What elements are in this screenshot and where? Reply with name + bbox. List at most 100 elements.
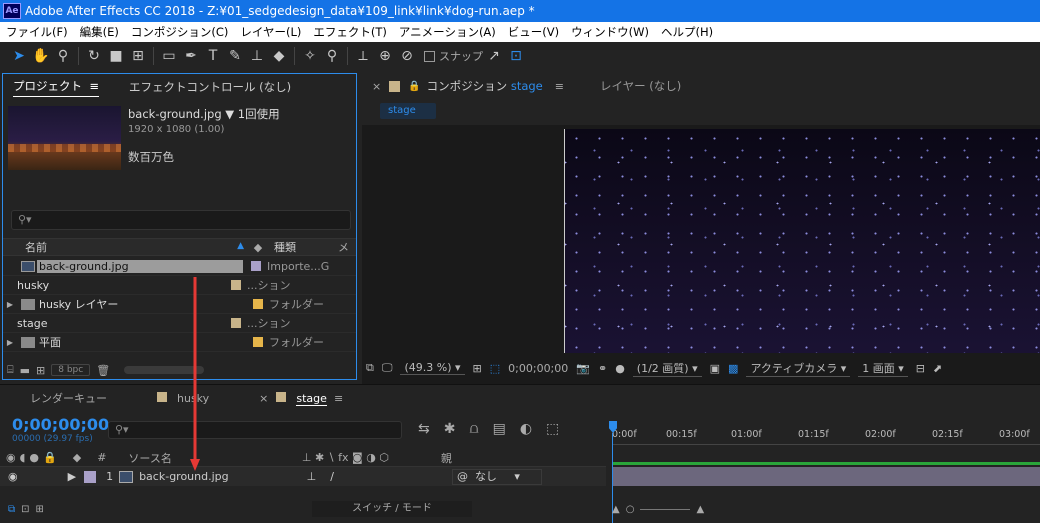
snap-checkbox[interactable] bbox=[424, 50, 435, 62]
snap-option-icon[interactable]: ↗ bbox=[483, 45, 505, 67]
usage-dropdown-icon[interactable]: ▼ bbox=[225, 107, 234, 121]
panel-menu-icon[interactable]: ≡ bbox=[334, 392, 343, 405]
toggle-pixel-aspect-icon[interactable]: ⊟ bbox=[916, 362, 925, 375]
label-swatch[interactable] bbox=[253, 299, 263, 309]
safe-area-icon[interactable]: ⊞ bbox=[473, 362, 482, 375]
time-ruler[interactable]: 0:00f 00:15f 01:00f 01:15f 02:00f 02:15f… bbox=[612, 427, 1040, 445]
bit-depth-button[interactable]: 8 bpc bbox=[51, 364, 91, 376]
menu-view[interactable]: ビュー(V) bbox=[502, 24, 565, 40]
view-axis-icon[interactable]: ⊘ bbox=[396, 45, 418, 67]
tab-composition[interactable]: コンポジション stage bbox=[427, 78, 543, 94]
layer-label-swatch[interactable] bbox=[84, 470, 97, 483]
mask-visibility-icon[interactable]: ⬚ bbox=[490, 362, 500, 375]
solo-icon[interactable]: ● bbox=[29, 451, 39, 464]
column-name[interactable]: 名前 bbox=[25, 241, 47, 254]
clone-stamp-tool-icon[interactable]: ⊥ bbox=[246, 45, 268, 67]
hand-tool-icon[interactable]: ✋ bbox=[30, 45, 52, 67]
video-eye-icon[interactable]: ◉ bbox=[6, 451, 16, 464]
menu-animation[interactable]: アニメーション(A) bbox=[393, 24, 502, 40]
zoom-slider-track[interactable] bbox=[640, 508, 691, 510]
transparency-grid-icon[interactable]: ▩ bbox=[728, 362, 738, 375]
label-swatch[interactable] bbox=[253, 337, 263, 347]
rotate-tool-icon[interactable]: ↻ bbox=[83, 45, 105, 67]
work-area-bar[interactable] bbox=[612, 462, 1040, 465]
selection-tool-icon[interactable]: ➤ bbox=[8, 45, 30, 67]
show-snapshot-icon[interactable]: ⚭ bbox=[598, 362, 607, 375]
zoom-tool-icon[interactable]: ⚲ bbox=[52, 45, 74, 67]
interpret-footage-icon[interactable]: ⌸ bbox=[7, 363, 14, 377]
menu-file[interactable]: ファイル(F) bbox=[0, 24, 74, 40]
parent-dropdown[interactable]: @ なし ▾ bbox=[451, 468, 542, 485]
rectangle-tool-icon[interactable]: ▭ bbox=[158, 45, 180, 67]
layer-duration-bar[interactable] bbox=[612, 467, 1040, 486]
sort-ascending-icon[interactable]: ▲ bbox=[237, 241, 244, 251]
trash-icon[interactable]: 🗑 bbox=[96, 364, 110, 377]
local-axis-icon[interactable]: ⟂ bbox=[352, 45, 374, 67]
label-swatch[interactable] bbox=[251, 261, 261, 271]
world-axis-icon[interactable]: ⊕ bbox=[374, 45, 396, 67]
toggle-switches-modes-button[interactable]: スイッチ / モード bbox=[312, 501, 472, 517]
close-tab-icon[interactable]: × bbox=[372, 80, 381, 93]
snap-grid-icon[interactable]: ⊡ bbox=[505, 45, 527, 67]
tab-effect-controls[interactable]: エフェクトコントロール (なし) bbox=[129, 79, 291, 95]
layer-visibility-icon[interactable]: ◉ bbox=[8, 470, 18, 483]
column-type[interactable]: 種類 bbox=[268, 239, 338, 255]
expand-triangle-icon[interactable]: ▶ bbox=[3, 300, 17, 309]
menu-help[interactable]: ヘルプ(H) bbox=[655, 24, 719, 40]
brush-tool-icon[interactable]: ✎ bbox=[224, 45, 246, 67]
new-folder-icon[interactable]: ▬ bbox=[20, 364, 30, 377]
layer-switches-toggle-icon[interactable]: ⧉ bbox=[8, 504, 15, 515]
menu-edit[interactable]: 編集(E) bbox=[74, 24, 125, 40]
lock-icon[interactable]: 🔒 bbox=[43, 451, 57, 464]
puppet-pin-tool-icon[interactable]: ⚲ bbox=[321, 45, 343, 67]
quality-switch-icon[interactable]: ∕ bbox=[330, 470, 334, 483]
panel-menu-icon[interactable]: ≡ bbox=[89, 79, 99, 93]
motion-blur-icon[interactable]: ◐ bbox=[520, 421, 532, 437]
snapshot-icon[interactable]: 📷 bbox=[576, 362, 590, 375]
monitor-icon[interactable]: 🖵 bbox=[382, 361, 393, 375]
menu-effect[interactable]: エフェクト(T) bbox=[307, 24, 393, 40]
shy-layers-icon[interactable]: ⩍ bbox=[469, 421, 478, 437]
always-preview-icon[interactable]: ⧉ bbox=[366, 361, 374, 375]
column-extra[interactable]: メ bbox=[338, 239, 356, 255]
panel-menu-icon[interactable]: ≡ bbox=[555, 80, 564, 93]
switches-icons[interactable]: ⊥ ✱ ∖ fx ◙ ◑ ⬡ bbox=[302, 451, 389, 464]
tab-stage[interactable]: × stage ≡ bbox=[259, 391, 343, 406]
timeline-search-input[interactable]: ⚲▾ bbox=[108, 421, 402, 439]
roto-brush-tool-icon[interactable]: ✧ bbox=[299, 45, 321, 67]
zoom-slider-handle[interactable]: ○ bbox=[626, 504, 635, 515]
project-item[interactable]: ▶ 平面 フォルダー bbox=[3, 333, 356, 352]
project-search-input[interactable]: ⚲▾ bbox=[11, 210, 351, 230]
layer-row[interactable]: ◉ ▶ 1 back-ground.jpg ⊥ ∕ @ なし ▾ bbox=[0, 467, 606, 486]
label-column-icon[interactable]: ◆ bbox=[73, 451, 81, 464]
camera-view-dropdown[interactable]: アクティブカメラ ▾ bbox=[746, 360, 851, 377]
menu-window[interactable]: ウィンドウ(W) bbox=[565, 24, 655, 40]
modes-toggle-icon[interactable]: ⊡ bbox=[21, 504, 29, 515]
menu-layer[interactable]: レイヤー(L) bbox=[234, 24, 307, 40]
graph-editor-icon[interactable]: ⬚ bbox=[546, 421, 559, 437]
pan-behind-tool-icon[interactable]: ⊞ bbox=[127, 45, 149, 67]
new-composition-icon[interactable]: ⊞ bbox=[36, 364, 45, 377]
tab-render-queue[interactable]: レンダーキュー bbox=[30, 390, 107, 406]
project-item[interactable]: ▶ husky レイヤー フォルダー bbox=[3, 295, 356, 314]
camera-tool-icon[interactable]: ■ bbox=[105, 45, 127, 67]
draft-3d-icon[interactable]: ✱ bbox=[444, 421, 456, 437]
tab-layer[interactable]: レイヤー (なし) bbox=[600, 78, 681, 94]
snap-toggle[interactable]: スナップ bbox=[424, 48, 483, 64]
expand-triangle-icon[interactable]: ▶ bbox=[68, 470, 76, 483]
project-item[interactable]: back-ground.jpg Importe...G bbox=[3, 257, 356, 276]
tab-husky[interactable]: husky bbox=[157, 391, 209, 405]
timeline-current-time[interactable]: 0;00;00;00 bbox=[12, 415, 109, 434]
label-column-icon[interactable]: ◆ bbox=[248, 241, 268, 254]
pick-whip-icon[interactable]: @ bbox=[457, 470, 468, 483]
lock-icon[interactable]: 🔒 bbox=[408, 81, 420, 92]
frame-blending-icon[interactable]: ▤ bbox=[493, 421, 506, 437]
tab-project[interactable]: プロジェクト ≡ bbox=[13, 78, 99, 97]
type-tool-icon[interactable]: T bbox=[202, 45, 224, 67]
audio-icon[interactable]: ◖ bbox=[20, 451, 26, 464]
eraser-tool-icon[interactable]: ◆ bbox=[268, 45, 290, 67]
roi-icon[interactable]: ▣ bbox=[710, 362, 720, 375]
menu-composition[interactable]: コンポジション(C) bbox=[125, 24, 235, 40]
shy-switch-icon[interactable]: ⊥ bbox=[307, 470, 317, 483]
comp-navigator-badge[interactable]: stage bbox=[380, 103, 436, 119]
